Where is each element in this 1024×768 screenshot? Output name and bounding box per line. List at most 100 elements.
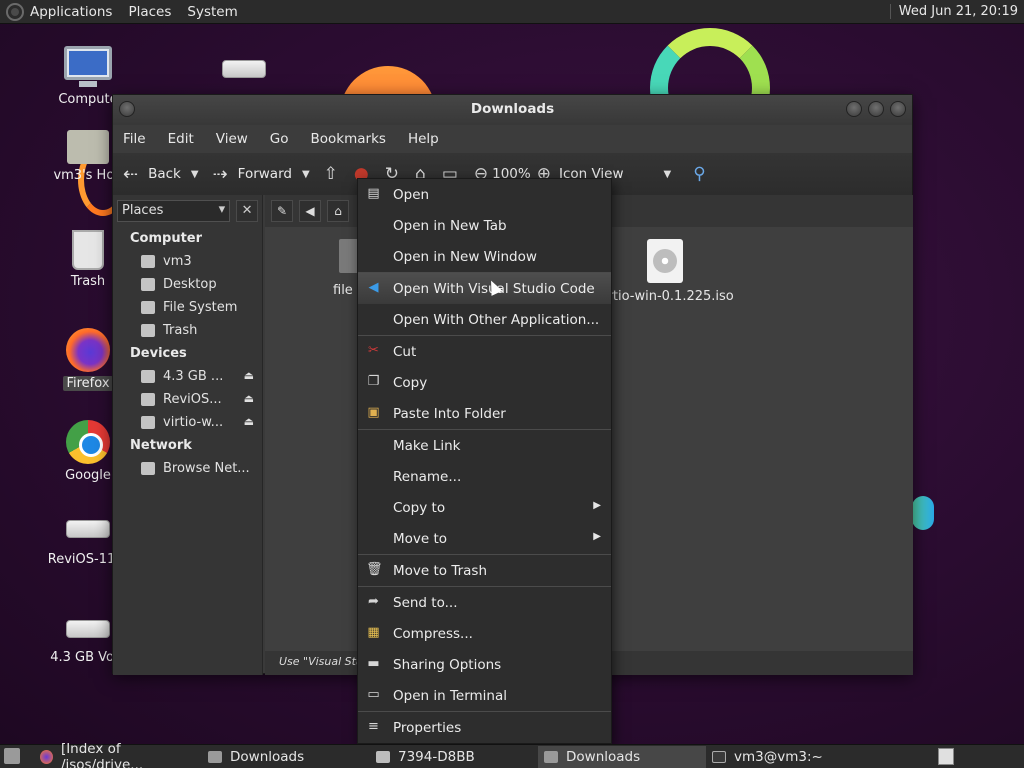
menu-edit[interactable]: Edit <box>168 131 194 147</box>
sidebar-item-label: File System <box>163 300 238 315</box>
menu-item-send-to[interactable]: ➦ Send to... <box>358 587 611 618</box>
up-icon[interactable]: ⇧ <box>324 164 338 184</box>
menu-item-label: Move to <box>393 530 448 547</box>
task-drive[interactable]: 7394-D8BB <box>370 746 538 768</box>
maximize-button[interactable] <box>868 101 884 117</box>
folder-icon <box>208 751 222 763</box>
sidebar-item-revios[interactable]: ReviOS... ⏏ <box>113 388 262 411</box>
menu-item-move-to[interactable]: Move to ▶ <box>358 523 611 554</box>
workspace-switcher[interactable] <box>938 748 954 765</box>
desktop-icon-label: Firefox <box>63 376 113 391</box>
menu-view[interactable]: View <box>216 131 248 147</box>
show-desktop-icon[interactable] <box>4 748 20 764</box>
menu-item-paste-into-folder[interactable]: ▣ Paste Into Folder <box>358 398 611 429</box>
file-item-iso[interactable]: virtio-win-0.1.225.iso <box>595 239 735 304</box>
places-header: Places ✕ <box>113 195 262 227</box>
back-label: Back <box>148 166 181 182</box>
menu-bookmarks[interactable]: Bookmarks <box>311 131 386 147</box>
eject-icon[interactable]: ⏏ <box>244 369 254 382</box>
send-icon: ➦ <box>368 594 379 609</box>
forward-button[interactable]: ⇢ Forward ▼ <box>213 164 310 185</box>
task-downloads-2[interactable]: Downloads <box>538 746 706 768</box>
path-left-icon[interactable]: ◀ <box>299 200 321 222</box>
titlebar[interactable]: Downloads <box>113 95 912 125</box>
menu-applications[interactable]: Applications <box>30 4 112 20</box>
close-sidebar-icon[interactable]: ✕ <box>236 200 258 222</box>
computer-icon <box>64 46 112 87</box>
desktop-icon <box>141 278 155 291</box>
back-history-dropdown[interactable]: ▼ <box>191 169 199 180</box>
distro-logo-icon[interactable] <box>6 2 24 21</box>
scissors-icon: ✂ <box>368 343 379 358</box>
search-icon[interactable]: ⚲ <box>693 164 705 184</box>
menu-help[interactable]: Help <box>408 131 439 147</box>
menu-item-open-new-window[interactable]: Open in New Window <box>358 241 611 272</box>
menu-go[interactable]: Go <box>270 131 289 147</box>
home-path-icon[interactable]: ⌂ <box>327 200 349 222</box>
sidebar-item-volume[interactable]: 4.3 GB ... ⏏ <box>113 365 262 388</box>
menu-item-label: Compress... <box>393 625 473 642</box>
menu-item-label: Open in New Tab <box>393 217 507 234</box>
taskbar: [Index of /isos/drive... Downloads 7394-… <box>0 741 1024 768</box>
menu-file[interactable]: File <box>123 131 146 147</box>
back-button[interactable]: ⇠ Back ▼ <box>123 164 199 185</box>
menu-places[interactable]: Places <box>128 4 171 20</box>
menu-item-open-with-other[interactable]: Open With Other Application... <box>358 304 611 335</box>
menu-item-open-with-vscode[interactable]: ◀ Open With Visual Studio Code <box>358 273 611 304</box>
sidebar-item-desktop[interactable]: Desktop <box>113 273 262 296</box>
submenu-arrow-icon: ▶ <box>593 500 601 511</box>
trash-icon: 🗑 <box>366 562 383 577</box>
section-computer: Computer <box>130 231 203 246</box>
home-icon <box>141 255 155 268</box>
menu-item-open[interactable]: ▤ Open <box>358 179 611 210</box>
menu-item-copy-to[interactable]: Copy to ▶ <box>358 492 611 523</box>
menu-item-open-new-tab[interactable]: Open in New Tab <box>358 210 611 241</box>
forward-arrow-icon: ⇢ <box>212 163 228 185</box>
menu-item-sharing-options[interactable]: ▬ Sharing Options <box>358 649 611 680</box>
menu-item-move-to-trash[interactable]: 🗑 Move to Trash <box>358 555 611 586</box>
menu-item-label: Open in New Window <box>393 248 537 265</box>
sidebar-item-virtio[interactable]: virtio-w... ⏏ <box>113 411 262 434</box>
filesystem-icon <box>141 301 155 314</box>
network-icon <box>141 462 155 475</box>
trash-icon <box>72 230 104 270</box>
menu-item-label: Paste Into Folder <box>393 405 506 422</box>
close-button[interactable] <box>890 101 906 117</box>
menu-item-label: Copy to <box>393 499 446 516</box>
task-downloads-1[interactable]: Downloads <box>202 746 370 768</box>
forward-history-dropdown[interactable]: ▼ <box>302 169 310 180</box>
menu-item-label: Open <box>393 186 430 203</box>
menu-item-make-link[interactable]: Make Link <box>358 430 611 461</box>
task-terminal[interactable]: vm3@vm3:~ <box>706 746 874 768</box>
drive-icon <box>141 370 155 383</box>
eject-icon[interactable]: ⏏ <box>244 392 254 405</box>
window-title: Downloads <box>470 101 555 117</box>
menu-item-label: Copy <box>393 374 428 391</box>
clock[interactable]: Wed Jun 21, 20:19 <box>889 4 1018 19</box>
edit-location-icon[interactable]: ✎ <box>271 200 293 222</box>
menu-item-label: Move to Trash <box>393 562 488 579</box>
share-folder-icon: ▬ <box>367 656 380 671</box>
trash-icon <box>141 324 155 337</box>
home-folder-icon <box>67 130 109 164</box>
menu-item-compress[interactable]: ▦ Compress... <box>358 618 611 649</box>
forward-label: Forward <box>237 166 292 182</box>
sidebar-item-filesystem[interactable]: File System <box>113 296 262 319</box>
menu-item-rename[interactable]: Rename... <box>358 461 611 492</box>
minimize-button[interactable] <box>846 101 862 117</box>
places-selector[interactable]: Places <box>117 200 231 222</box>
menu-item-properties[interactable]: ≡ Properties <box>358 712 611 743</box>
task-label: [Index of /isos/drive... <box>60 741 144 768</box>
task-firefox[interactable]: [Index of /isos/drive... <box>34 741 202 768</box>
folder-icon <box>544 751 558 763</box>
sidebar-item-trash[interactable]: Trash <box>113 319 262 342</box>
eject-icon[interactable]: ⏏ <box>244 415 254 428</box>
menu-item-open-in-terminal[interactable]: ▭ Open in Terminal <box>358 680 611 711</box>
menu-item-copy[interactable]: ❐ Copy <box>358 367 611 398</box>
menu-item-cut[interactable]: ✂ Cut <box>358 336 611 367</box>
sidebar-item-vm3[interactable]: vm3 <box>113 250 262 273</box>
file-label: virtio-win-0.1.225.iso <box>596 289 734 304</box>
menu-system[interactable]: System <box>187 4 237 20</box>
sidebar-item-browse-network[interactable]: Browse Net... <box>113 457 262 480</box>
desktop-icon-drive[interactable] <box>196 60 292 82</box>
